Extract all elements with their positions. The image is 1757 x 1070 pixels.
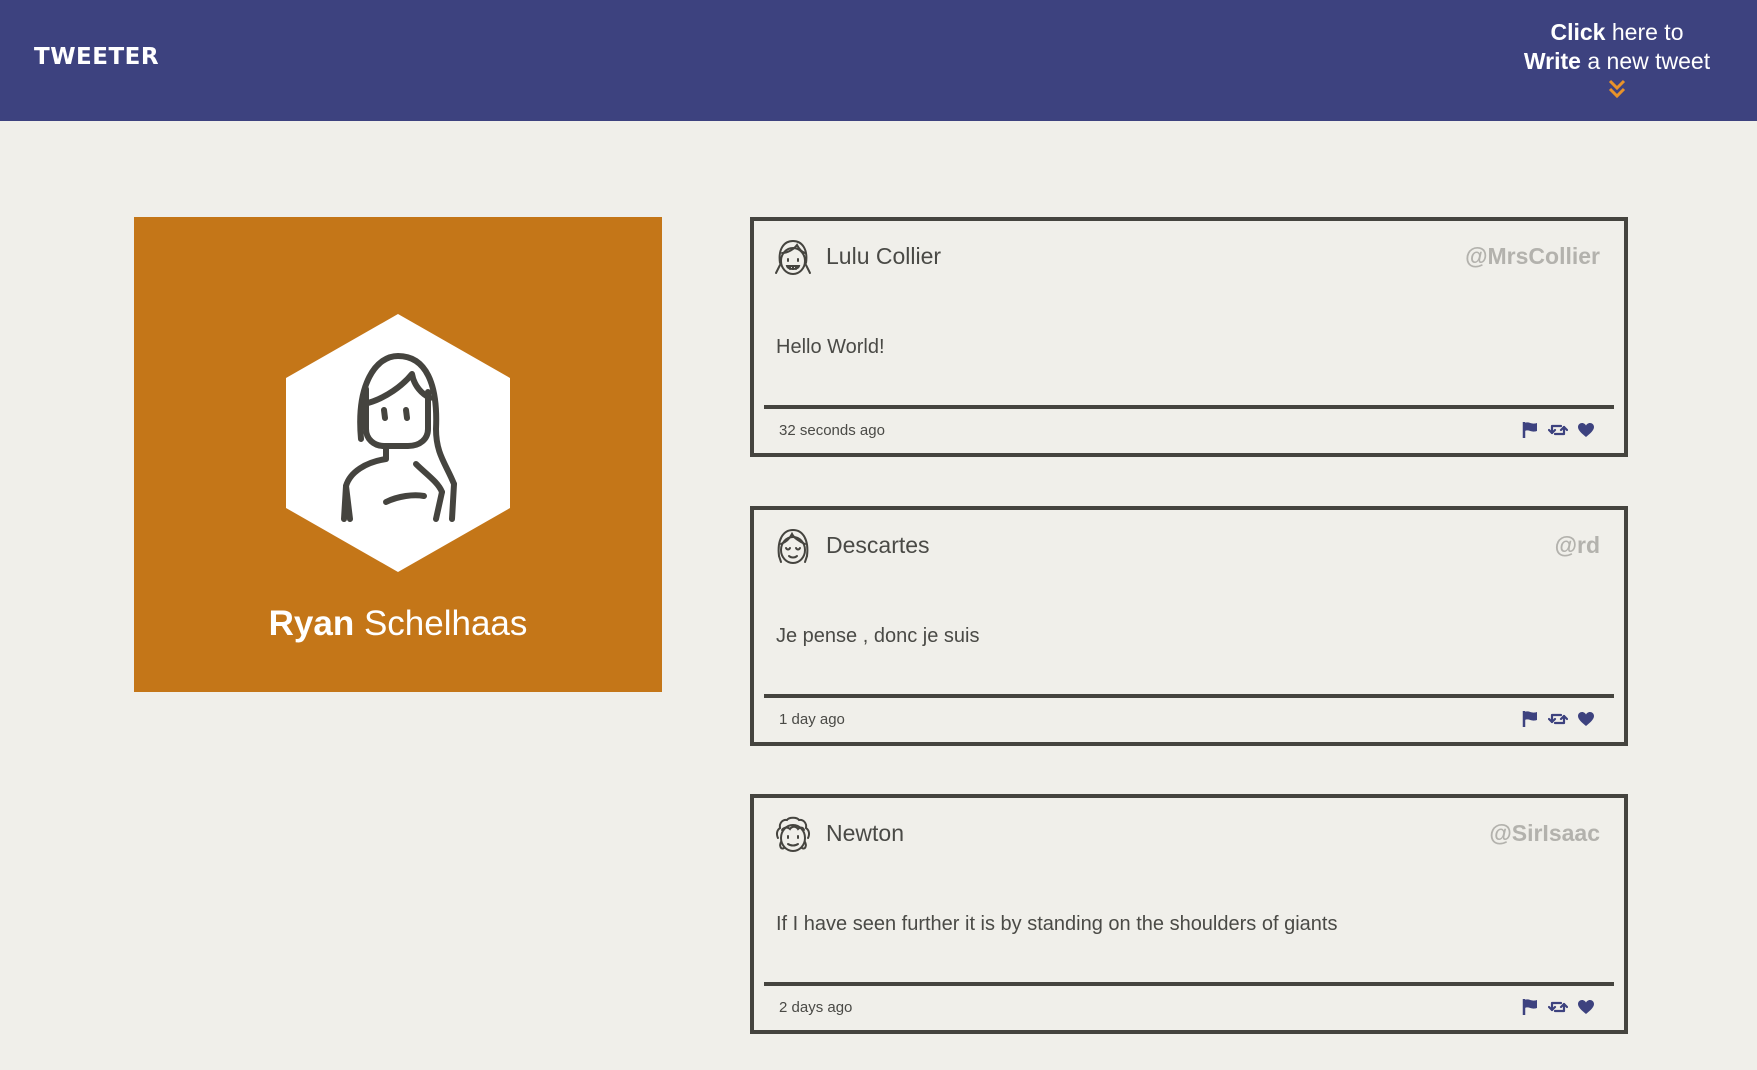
- newton-avatar-icon: [775, 816, 811, 852]
- descartes-avatar-icon: [777, 528, 809, 564]
- heart-icon[interactable]: [1576, 420, 1596, 440]
- tweet-text: Je pense , donc je suis: [776, 625, 980, 647]
- double-chevron-down-icon[interactable]: [1606, 78, 1628, 100]
- tweet-author-name[interactable]: Newton: [826, 820, 904, 847]
- compose-tweet-toggle[interactable]: Click here to Write a new tweet: [1507, 18, 1727, 100]
- compose-write-label: Write: [1523, 48, 1581, 74]
- tweet-timestamp: 32 seconds ago: [779, 422, 885, 439]
- tweet-text: Hello World!: [776, 336, 885, 358]
- compose-here-to-label: here to: [1611, 19, 1684, 45]
- compose-new-tweet-label: a new tweet: [1587, 48, 1711, 74]
- app-logo[interactable]: TWEETER: [34, 44, 159, 70]
- tweet-card: Newton @SirIsaac If I have seen further …: [750, 794, 1628, 1034]
- tweet-timestamp: 1 day ago: [779, 711, 845, 728]
- tweet-actions: [1520, 997, 1596, 1017]
- girl-avatar-icon: [775, 239, 811, 275]
- tweet-author-name[interactable]: Lulu Collier: [826, 243, 941, 270]
- tweet-author-name[interactable]: Descartes: [826, 532, 930, 559]
- top-nav: TWEETER Click here to Write a new tweet: [0, 0, 1757, 121]
- profile-avatar: [286, 314, 510, 572]
- tweet-divider: [764, 405, 1614, 409]
- tweet-author-handle[interactable]: @rd: [1555, 532, 1600, 559]
- tweet-card: Descartes @rd Je pense , donc je suis 1 …: [750, 506, 1628, 746]
- flag-icon[interactable]: [1520, 420, 1540, 440]
- flag-icon[interactable]: [1520, 709, 1540, 729]
- tweet-timestamp: 2 days ago: [779, 999, 853, 1016]
- tweet-text: If I have seen further it is by standing…: [776, 913, 1338, 935]
- retweet-icon[interactable]: [1548, 709, 1568, 729]
- tweet-divider: [764, 982, 1614, 986]
- retweet-icon[interactable]: [1548, 420, 1568, 440]
- profile-name: Ryan Schelhaas: [134, 602, 662, 646]
- tweet-author-handle[interactable]: @MrsCollier: [1465, 243, 1600, 270]
- tweet-card: Lulu Collier @MrsCollier Hello World! 32…: [750, 217, 1628, 457]
- tweet-author-handle[interactable]: @SirIsaac: [1489, 820, 1600, 847]
- heart-icon[interactable]: [1576, 709, 1596, 729]
- tweet-actions: [1520, 709, 1596, 729]
- compose-click-label: Click: [1550, 19, 1606, 45]
- heart-icon[interactable]: [1576, 997, 1596, 1017]
- profile-last-name: Schelhaas: [363, 604, 528, 643]
- tweet-divider: [764, 694, 1614, 698]
- profile-first-name: Ryan: [268, 604, 355, 643]
- retweet-icon[interactable]: [1548, 997, 1568, 1017]
- flag-icon[interactable]: [1520, 997, 1540, 1017]
- tweet-actions: [1520, 420, 1596, 440]
- profile-card: Ryan Schelhaas: [134, 217, 662, 692]
